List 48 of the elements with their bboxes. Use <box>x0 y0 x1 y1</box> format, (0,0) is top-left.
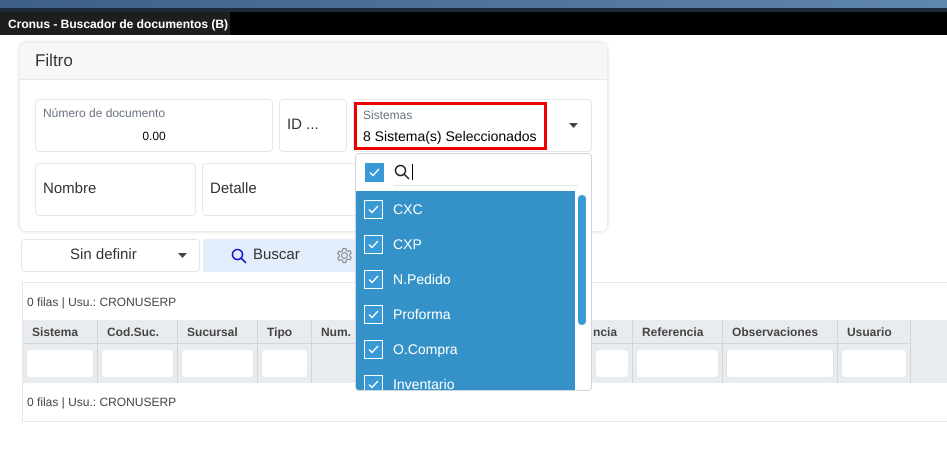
check-icon <box>368 205 379 214</box>
check-icon <box>368 345 379 354</box>
check-icon <box>368 380 379 389</box>
window-title: Cronus - Buscador de documentos (B) <box>8 16 228 32</box>
column-filter-field[interactable] <box>726 349 834 378</box>
column-header[interactable]: Tipo <box>267 322 292 340</box>
check-icon <box>368 275 379 284</box>
column-header[interactable]: Sistema <box>32 322 78 340</box>
checkbox[interactable] <box>364 235 383 254</box>
column-header[interactable]: Sucursal <box>187 322 238 340</box>
search-button[interactable]: Buscar <box>203 239 355 272</box>
column-header[interactable]: Num. <box>321 322 351 340</box>
card-title: Filtro <box>35 50 73 72</box>
caret-icon <box>569 123 578 128</box>
check-icon <box>368 310 379 319</box>
column-header[interactable]: Usuario <box>847 322 892 340</box>
column-filter-field[interactable] <box>841 349 907 378</box>
checkbox[interactable] <box>364 305 383 324</box>
search-icon <box>394 164 410 180</box>
column-filter-field[interactable] <box>636 349 719 378</box>
column-header[interactable]: Referencia <box>642 322 704 340</box>
column-header[interactable]: Cod.Suc. <box>107 322 160 340</box>
scrollbar[interactable] <box>578 195 586 325</box>
search-icon <box>231 248 247 264</box>
column-filter-field[interactable] <box>261 349 308 378</box>
row-count: 0 filas | Usu.: CRONUSERP <box>27 294 176 310</box>
column-filter-field[interactable] <box>181 349 254 378</box>
row-count: 0 filas | Usu.: CRONUSERP <box>27 394 176 411</box>
systems-select[interactable]: Sistemas 8 Sistema(s) Seleccionados <box>353 99 592 152</box>
column-filter-field[interactable] <box>26 349 94 378</box>
checkbox[interactable] <box>364 270 383 289</box>
caret-icon <box>178 253 187 258</box>
check-icon <box>369 168 380 177</box>
checkbox[interactable] <box>365 163 384 182</box>
column-header[interactable]: ncia <box>593 322 618 340</box>
checkbox[interactable] <box>364 340 383 359</box>
id-field[interactable]: ID ... <box>279 99 347 152</box>
window-tab[interactable]: Cronus - Buscador de documentos (B) <box>0 12 230 35</box>
name-field[interactable]: Nombre <box>35 163 196 216</box>
column-filter-field[interactable] <box>595 349 629 378</box>
checkbox[interactable] <box>364 200 383 219</box>
column-filter-field[interactable] <box>101 349 174 378</box>
document-number-field[interactable]: Número de documento 0.00 <box>35 99 273 152</box>
check-icon <box>368 240 379 249</box>
column-header[interactable]: Observaciones <box>732 322 818 340</box>
settings-icon[interactable] <box>336 247 353 264</box>
checkbox[interactable] <box>364 375 383 390</box>
preset-select[interactable]: Sin definir <box>21 239 200 272</box>
